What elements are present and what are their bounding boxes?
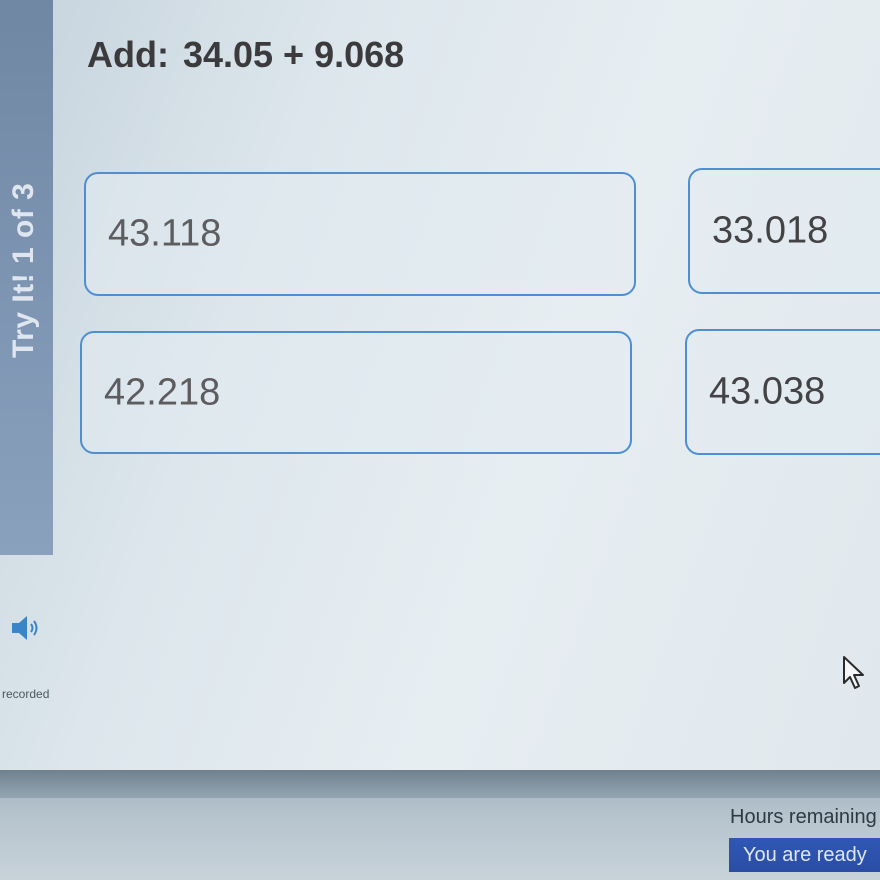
audio-status-label: recorded: [2, 687, 50, 701]
speaker-icon[interactable]: [10, 611, 44, 645]
mouse-pointer-icon: [842, 655, 868, 691]
question-prompt: Add: 34.05 + 9.068: [87, 34, 404, 76]
hours-remaining-label: Hours remaining: [730, 806, 877, 828]
answer-choice-2-label: 33.018: [712, 209, 829, 252]
answer-choice-1[interactable]: 43.118: [84, 172, 636, 296]
answer-choice-4[interactable]: 43.038: [685, 329, 880, 455]
answer-choice-1-label: 43.118: [108, 212, 222, 255]
lesson-screen: Try It! 1 of 3 Add: 34.05 + 9.068 43.118 …: [0, 0, 880, 770]
progress-side-tab: Try It! 1 of 3: [0, 0, 53, 555]
question-expression: 34.05 + 9.068: [182, 34, 405, 75]
answer-choice-3[interactable]: 42.218: [80, 331, 632, 454]
answer-choice-4-label: 43.038: [709, 370, 826, 413]
side-tab-label: Try It! 1 of 3: [7, 182, 40, 358]
answer-choice-2[interactable]: 33.018: [688, 168, 880, 294]
answer-choice-3-label: 42.218: [104, 371, 221, 413]
question-prefix: Add:: [87, 34, 169, 75]
ready-banner[interactable]: You are ready: [729, 838, 880, 872]
